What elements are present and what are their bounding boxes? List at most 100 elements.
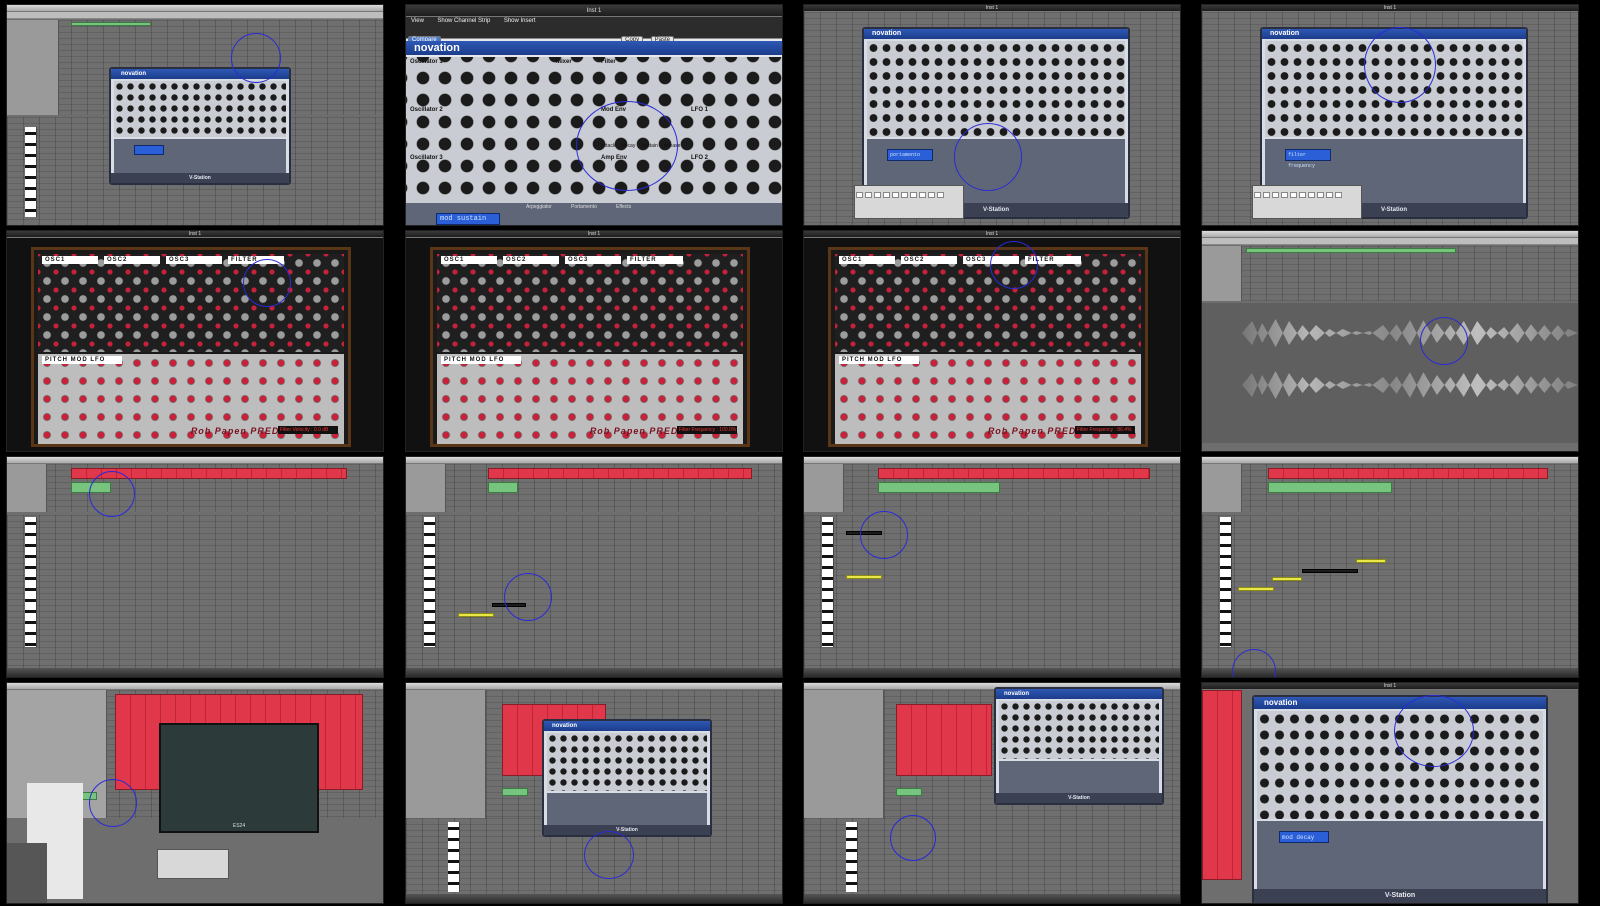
piano-key[interactable] (901, 192, 908, 198)
knob-panel[interactable] (114, 81, 286, 137)
transport-bar[interactable] (406, 894, 782, 903)
plugin-window-v-station[interactable]: novation V-Station (994, 687, 1164, 805)
track-header[interactable] (1202, 464, 1242, 512)
midi-note-selected[interactable] (1302, 569, 1358, 573)
lower-panel[interactable] (547, 793, 707, 827)
keyboard-window[interactable] (157, 849, 229, 879)
plugin-window-predator[interactable]: OSC1 OSC2 OSC3 FILTER PITCH MOD LFO Rob … (828, 247, 1148, 447)
lower-panel[interactable]: mod decay (1257, 821, 1543, 891)
piano-key[interactable] (919, 192, 926, 198)
piano-key[interactable] (1308, 192, 1315, 198)
midi-region[interactable] (502, 788, 528, 796)
arrange-area[interactable] (1202, 464, 1578, 512)
window-titlebar[interactable] (1202, 231, 1578, 238)
piano-keyboard[interactable] (1220, 517, 1232, 647)
channel-strip[interactable] (7, 843, 47, 903)
piano-key[interactable] (892, 192, 899, 198)
piano-roll[interactable] (1202, 515, 1578, 677)
window-titlebar[interactable] (406, 683, 782, 690)
track-header[interactable] (804, 464, 844, 512)
midi-note-selected[interactable] (846, 531, 882, 535)
audio-region[interactable] (1246, 248, 1456, 253)
window-titlebar[interactable]: Inst 1 (406, 5, 782, 17)
window-titlebar[interactable] (7, 457, 383, 464)
transport-bar[interactable] (804, 894, 1180, 903)
piano-keyboard[interactable] (424, 517, 436, 647)
transport-bar[interactable] (1202, 668, 1578, 677)
piano-key[interactable] (874, 192, 881, 198)
piano-roll[interactable] (406, 515, 782, 677)
piano-key[interactable] (1272, 192, 1279, 198)
midi-region[interactable] (488, 468, 752, 479)
waveform-left-channel[interactable] (1242, 319, 1578, 347)
show-insert-menu[interactable]: Show Insert (501, 18, 539, 26)
piano-keyboard[interactable] (25, 517, 37, 647)
midi-note[interactable] (1272, 577, 1302, 581)
view-menu[interactable]: View (408, 18, 427, 26)
keyboard-window[interactable] (1252, 185, 1362, 219)
piano-key[interactable] (1281, 192, 1288, 198)
piano-key[interactable] (937, 192, 944, 198)
knob-panel[interactable]: Oscillator 1 Oscillator 2 Oscillator 3 M… (406, 57, 782, 203)
midi-region[interactable] (1268, 482, 1392, 493)
midi-region[interactable] (878, 468, 1150, 479)
piano-keyboard[interactable] (846, 822, 858, 892)
arrange-area[interactable] (1202, 246, 1578, 301)
midi-region[interactable] (71, 482, 111, 493)
oscillator-filter-panel[interactable] (835, 254, 1141, 352)
knob-panel[interactable] (999, 701, 1159, 759)
window-titlebar[interactable]: Inst 1 (804, 5, 1180, 12)
piano-roll[interactable] (804, 818, 1180, 898)
knob-panel[interactable] (1257, 711, 1543, 819)
piano-keyboard[interactable] (822, 517, 834, 647)
plugin-window-v-station[interactable]: novation mod decay V-Station (1252, 695, 1548, 903)
piano-roll[interactable] (804, 515, 1180, 677)
midi-region[interactable] (71, 22, 151, 26)
piano-key[interactable] (928, 192, 935, 198)
midi-note[interactable] (846, 575, 882, 579)
sample-editor[interactable] (1202, 303, 1578, 443)
waveform-right-channel[interactable] (1242, 371, 1578, 399)
plugin-window-v-station[interactable]: novation V-Station (542, 719, 712, 837)
midi-region[interactable] (878, 482, 1000, 493)
piano-key[interactable] (865, 192, 872, 198)
knob-panel[interactable] (867, 41, 1125, 137)
lower-panel[interactable]: Arpeggiator Portamento Effects mod susta… (406, 203, 782, 225)
midi-region[interactable] (1202, 690, 1242, 880)
oscillator-filter-panel[interactable] (437, 254, 743, 352)
track-header[interactable] (406, 690, 486, 818)
piano-keyboard[interactable] (448, 822, 460, 892)
midi-note[interactable] (458, 613, 494, 617)
window-titlebar[interactable] (7, 5, 383, 12)
plugin-window-v-station[interactable]: novation V-Station (109, 67, 291, 185)
lower-panel[interactable] (114, 139, 286, 175)
window-titlebar[interactable]: Inst 1 (1202, 683, 1578, 690)
transport-bar[interactable] (804, 668, 1180, 677)
window-titlebar[interactable]: Inst 1 (804, 231, 1180, 238)
piano-key[interactable] (910, 192, 917, 198)
midi-region[interactable] (71, 468, 347, 479)
knob-panel[interactable] (547, 733, 707, 791)
track-header[interactable] (7, 464, 47, 512)
piano-keyboard[interactable] (25, 127, 37, 217)
window-titlebar[interactable] (1202, 457, 1578, 464)
plugin-window-es24[interactable]: ES24 (159, 723, 319, 833)
show-channel-strip-menu[interactable]: Show Channel Strip (434, 18, 493, 26)
window-titlebar[interactable] (7, 683, 383, 690)
piano-key[interactable] (1263, 192, 1270, 198)
plugin-window-predator[interactable]: OSC1 OSC2 OSC3 FILTER PITCH MOD LFO Rob … (430, 247, 750, 447)
midi-region[interactable] (896, 704, 992, 776)
piano-key[interactable] (1299, 192, 1306, 198)
track-header[interactable] (7, 20, 59, 115)
lower-panel[interactable] (999, 761, 1159, 795)
window-titlebar[interactable] (406, 457, 782, 464)
arrange-area[interactable] (804, 464, 1180, 512)
track-header[interactable] (1202, 246, 1242, 301)
piano-key[interactable] (856, 192, 863, 198)
track-header[interactable] (804, 690, 884, 818)
window-titlebar[interactable]: Inst 1 (1202, 5, 1578, 12)
plugin-window-predator[interactable]: OSC1 OSC2 OSC3 FILTER PITCH MOD LFO Rob … (31, 247, 351, 447)
arrange-area[interactable] (7, 464, 383, 512)
midi-note-selected[interactable] (492, 603, 526, 607)
knob-panel[interactable] (1265, 41, 1523, 137)
